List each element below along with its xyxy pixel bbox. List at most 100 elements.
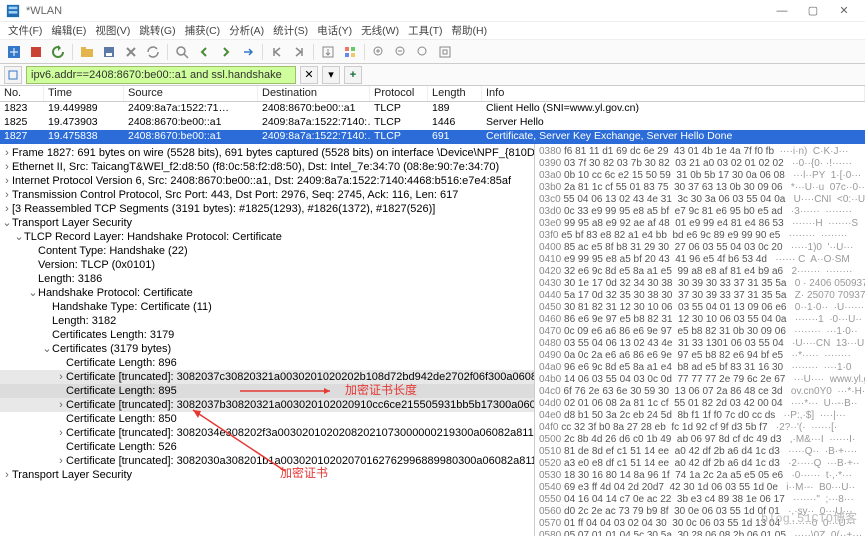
hex-row[interactable]: 0420 32 e6 9c 8d e5 8a a1 e5 99 a8 e8 af… <box>539 266 861 278</box>
tree-node[interactable]: ›Ethernet II, Src: TaicangT&WEl_f2:d8:50… <box>0 160 534 174</box>
maximize-button[interactable]: ▢ <box>798 1 828 21</box>
col-no[interactable]: No. <box>0 86 44 101</box>
menu-capture[interactable]: 捕获(C) <box>181 23 225 38</box>
tree-node[interactable]: ›[3 Reassembled TCP Segments (3191 bytes… <box>0 202 534 216</box>
filter-clear-icon[interactable]: ✕ <box>300 66 318 84</box>
menu-analyze[interactable]: 分析(A) <box>225 23 268 38</box>
hex-row[interactable]: 03e0 99 95 a8 e9 92 ae af 48 01 e9 99 e4… <box>539 218 861 230</box>
menu-file[interactable]: 文件(F) <box>4 23 46 38</box>
tree-node[interactable]: Version: TLCP (0x0101) <box>0 258 534 272</box>
hex-row[interactable]: 0410 e9 99 95 e8 a5 bf 20 43 41 96 e5 4f… <box>539 254 861 266</box>
hex-row[interactable]: 0440 5a 17 0d 32 35 30 38 30 37 30 39 33… <box>539 290 861 302</box>
col-info[interactable]: Info <box>482 86 865 101</box>
open-icon[interactable] <box>77 42 97 62</box>
twisty-icon[interactable]: ⌄ <box>28 286 38 300</box>
filter-dropdown-icon[interactable]: ▾ <box>322 66 340 84</box>
packet-row[interactable]: 182319.4499892409:8a7a:1522:71…2408:8670… <box>0 102 865 116</box>
hex-row[interactable]: 0510 81 de 8d ef c1 51 14 ee a0 42 df 2b… <box>539 446 861 458</box>
twisty-icon[interactable]: › <box>56 370 66 384</box>
hex-row[interactable]: 04b0 14 06 03 55 04 03 0c 0d 77 77 77 2e… <box>539 374 861 386</box>
first-icon[interactable] <box>267 42 287 62</box>
twisty-icon[interactable]: ⌄ <box>2 216 12 230</box>
twisty-icon[interactable]: › <box>56 426 66 440</box>
hex-row[interactable]: 0380 f6 81 11 d1 69 dc 6e 29 43 01 4b 1e… <box>539 146 861 158</box>
hex-row[interactable]: 0520 a3 e0 e8 df c1 51 14 ee a0 42 df 2b… <box>539 458 861 470</box>
packet-row[interactable]: 182719.4758382408:8670:be00::a12409:8a7a… <box>0 130 865 144</box>
col-proto[interactable]: Protocol <box>370 86 428 101</box>
hex-row[interactable]: 03a0 0b 10 cc 6c e2 15 50 59 31 0b 5b 17… <box>539 170 861 182</box>
tree-node[interactable]: Certificate Length: 895 <box>0 384 534 398</box>
goto-icon[interactable] <box>238 42 258 62</box>
hex-row[interactable]: 04d0 02 01 06 08 2a 81 1c cf 55 01 82 2d… <box>539 398 861 410</box>
tree-node[interactable]: Length: 3186 <box>0 272 534 286</box>
twisty-icon[interactable]: › <box>2 146 12 160</box>
hex-row[interactable]: 0540 69 e3 ff 4d 04 2d 20d7 42 30 1d 06 … <box>539 482 861 494</box>
hex-row[interactable]: 0400 85 ac e5 8f b8 31 29 30 27 06 03 55… <box>539 242 861 254</box>
hex-row[interactable]: 03b0 2a 81 1c cf 55 01 83 75 30 37 63 13… <box>539 182 861 194</box>
hex-row[interactable]: 0480 03 55 04 06 13 02 43 4e 31 33 1301 … <box>539 338 861 350</box>
col-time[interactable]: Time <box>44 86 124 101</box>
twisty-icon[interactable]: › <box>2 188 12 202</box>
tree-node[interactable]: ⌄Certificates (3179 bytes) <box>0 342 534 356</box>
save-icon[interactable] <box>99 42 119 62</box>
hex-row[interactable]: 0550 04 16 04 14 c7 0e ac 22 3b e3 c4 89… <box>539 494 861 506</box>
menu-telephony[interactable]: 电话(Y) <box>313 23 356 38</box>
menu-view[interactable]: 视图(V) <box>91 23 134 38</box>
tree-node[interactable]: ›Transmission Control Protocol, Src Port… <box>0 188 534 202</box>
hex-row[interactable]: 0500 2c 8b 4d 26 d6 c0 1b 49 ab 06 97 8d… <box>539 434 861 446</box>
hex-row[interactable]: 0390 03 7f 30 82 03 7b 30 82 03 21 a0 03… <box>539 158 861 170</box>
stop-capture-icon[interactable] <box>26 42 46 62</box>
tree-node[interactable]: Content Type: Handshake (22) <box>0 244 534 258</box>
tree-node[interactable]: ⌄Handshake Protocol: Certificate <box>0 286 534 300</box>
hex-row[interactable]: 0530 18 30 16 80 14 8a 96 1f 74 1a 2c 2a… <box>539 470 861 482</box>
filter-bookmark-icon[interactable] <box>4 66 22 84</box>
resize-icon[interactable] <box>435 42 455 62</box>
autoscroll-icon[interactable] <box>318 42 338 62</box>
restart-capture-icon[interactable] <box>48 42 68 62</box>
start-capture-icon[interactable] <box>4 42 24 62</box>
zoomin-icon[interactable] <box>369 42 389 62</box>
tree-node[interactable]: ›Internet Protocol Version 6, Src: 2408:… <box>0 174 534 188</box>
hex-row[interactable]: 0460 86 e6 9e 97 e5 b8 82 31 12 30 10 06… <box>539 314 861 326</box>
twisty-icon[interactable]: ⌄ <box>42 342 52 356</box>
col-source[interactable]: Source <box>124 86 258 101</box>
tree-node[interactable]: ›Certificate [truncated]: 3082037c308203… <box>0 370 534 384</box>
close-file-icon[interactable] <box>121 42 141 62</box>
hex-row[interactable]: 0490 0a 0c 2a e6 a6 86 e6 9e 97 e5 b8 82… <box>539 350 861 362</box>
tree-node[interactable]: ⌄Transport Layer Security <box>0 216 534 230</box>
tree-node[interactable]: ›Certificate [truncated]: 3082037b308203… <box>0 398 534 412</box>
menu-tools[interactable]: 工具(T) <box>404 23 446 38</box>
menu-stats[interactable]: 统计(S) <box>269 23 312 38</box>
hex-row[interactable]: 03d0 0c 33 e9 99 95 e8 a5 bf e7 9c 81 e6… <box>539 206 861 218</box>
packet-details-pane[interactable]: ›Frame 1827: 691 bytes on wire (5528 bit… <box>0 144 535 536</box>
tree-node[interactable]: Handshake Type: Certificate (11) <box>0 300 534 314</box>
menu-edit[interactable]: 编辑(E) <box>47 23 90 38</box>
zoomout-icon[interactable] <box>391 42 411 62</box>
hex-dump-pane[interactable]: 0380 f6 81 11 d1 69 dc 6e 29 43 01 4b 1e… <box>535 144 865 536</box>
reload-icon[interactable] <box>143 42 163 62</box>
tree-node[interactable]: Length: 3182 <box>0 314 534 328</box>
col-len[interactable]: Length <box>428 86 482 101</box>
hex-row[interactable]: 03f0 e5 bf 83 e8 82 a1 e4 bb bd e6 9c 89… <box>539 230 861 242</box>
tree-node[interactable]: ›Certificate [truncated]: 3082030a308201… <box>0 454 534 468</box>
packet-list[interactable]: 182319.4499892409:8a7a:1522:71…2408:8670… <box>0 102 865 144</box>
display-filter-input[interactable] <box>26 66 296 84</box>
last-icon[interactable] <box>289 42 309 62</box>
tree-node[interactable]: Certificate Length: 526 <box>0 440 534 454</box>
hex-row[interactable]: 04f0 cc 32 3f b0 8a 27 28 eb fc 1d 92 cf… <box>539 422 861 434</box>
hex-row[interactable]: 04c0 6f 76 2e 63 6e 30 59 30 13 06 07 2a… <box>539 386 861 398</box>
twisty-icon[interactable]: › <box>56 454 66 468</box>
hex-row[interactable]: 03c0 55 04 06 13 02 43 4e 31 3c 30 3a 06… <box>539 194 861 206</box>
filter-add-button[interactable]: + <box>344 66 362 84</box>
tree-node[interactable]: Certificates Length: 3179 <box>0 328 534 342</box>
twisty-icon[interactable]: › <box>56 398 66 412</box>
hex-row[interactable]: 04e0 d8 b1 50 3a 2c eb 24 5d 8b f1 1f f0… <box>539 410 861 422</box>
twisty-icon[interactable]: › <box>2 174 12 188</box>
next-icon[interactable] <box>216 42 236 62</box>
hex-row[interactable]: 0430 30 1e 17 0d 32 34 30 38 30 39 30 33… <box>539 278 861 290</box>
twisty-icon[interactable]: › <box>2 468 12 482</box>
minimize-button[interactable]: — <box>767 1 797 21</box>
menu-wireless[interactable]: 无线(W) <box>357 23 403 38</box>
tree-node[interactable]: ›Transport Layer Security <box>0 468 534 482</box>
twisty-icon[interactable]: ⌄ <box>14 230 24 244</box>
